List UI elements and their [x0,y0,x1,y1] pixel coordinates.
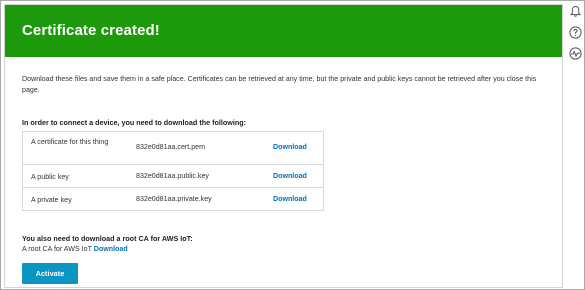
window-frame: Certificate created! Download these file… [0,0,585,290]
file-name: 832e0d81aa.private.key [136,195,212,203]
download-root-ca-link[interactable]: Download [94,245,128,253]
table-row: A public key 832e0d81aa.public.key Downl… [23,164,323,187]
table-row: A private key 832e0d81aa.private.key Dow… [23,187,323,210]
download-private-key-link[interactable]: Download [273,195,307,203]
root-ca-title: You also need to download a root CA for … [22,234,193,243]
root-ca-text: A root CA for AWS IoT [22,245,94,253]
table-row: A certificate for this thing 832e0d81aa.… [23,132,323,164]
help-icon[interactable] [569,26,582,39]
downloads-table: A certificate for this thing 832e0d81aa.… [22,131,324,211]
file-name: 832e0d81aa.public.key [136,172,209,180]
activity-icon[interactable] [569,47,582,60]
success-banner: Certificate created! [5,5,562,57]
page-title: Certificate created! [22,22,160,39]
row-label: A private key [31,196,72,204]
download-certificate-link[interactable]: Download [273,143,307,151]
download-section-title: In order to connect a device, you need t… [22,118,247,127]
activate-button[interactable]: Activate [22,263,78,284]
bell-icon[interactable] [569,5,582,18]
certificate-panel: Certificate created! Download these file… [4,4,563,288]
row-label: A certificate for this thing [31,138,109,146]
download-public-key-link[interactable]: Download [273,172,307,180]
file-name: 832e0d81aa.cert.pem [136,143,206,151]
root-ca-line: A root CA for AWS IoT Download [22,245,128,253]
row-label: A public key [31,173,69,181]
description-text: Download these files and save them in a … [22,75,537,94]
